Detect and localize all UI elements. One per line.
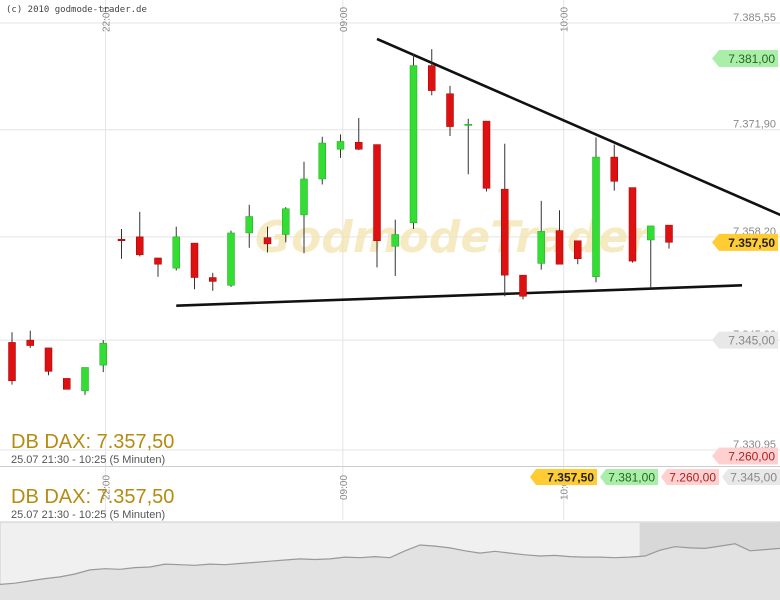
candle-body (482, 120, 491, 189)
lower-tag-label: 7.260,00 (669, 471, 716, 485)
candle-body (300, 178, 308, 216)
candle-body (373, 144, 381, 242)
candle-body (63, 378, 71, 390)
candle-body (154, 257, 162, 265)
x-tick-label-lower: 09:00 (339, 475, 350, 500)
candle-body (282, 208, 290, 235)
candle-body (8, 342, 16, 382)
candle (409, 53, 418, 230)
candle-body (628, 187, 637, 262)
candle-body (574, 240, 582, 259)
candle (592, 137, 600, 283)
price-tag-ref: 7.345,00 (712, 331, 778, 349)
price-tag-high: 7.381,00 (712, 50, 778, 68)
lower-tag-current: 7.357,50 (530, 469, 597, 485)
candle (81, 367, 89, 395)
candle-body (555, 230, 564, 265)
candle (482, 120, 491, 192)
candle-body (665, 224, 673, 243)
candle-body (610, 156, 618, 182)
candle-body (647, 225, 655, 241)
price-tag-label: 7.345,00 (728, 334, 775, 348)
y-tick-label: 7.385,55 (733, 12, 776, 24)
chart-subtitle: 25.07 21:30 - 10:25 (5 Minuten) (11, 454, 165, 466)
candle-body (428, 65, 436, 91)
candle-body (592, 156, 600, 277)
navigator[interactable] (0, 521, 780, 600)
candle-body (44, 347, 53, 372)
candle-body (117, 238, 126, 242)
chart-canvas: GodmodeTrader 7.385,557.371,907.358,207.… (0, 0, 780, 600)
candle-body (209, 277, 217, 282)
candle-body (190, 242, 199, 278)
candle-body (464, 123, 472, 126)
lower-tag-label: 7.381,00 (608, 471, 655, 485)
price-tag-low: 7.260,00 (712, 447, 778, 465)
lower-tag-label: 7.345,00 (730, 471, 777, 485)
candle-body (227, 232, 235, 286)
lower-panel-tags: 7.357,50 7.381,00 7.260,00 7.345,00 (530, 469, 780, 485)
candle (519, 274, 527, 300)
chart-title: DB DAX: 7.357,50 (11, 431, 174, 453)
price-tag-current: 7.357,50 (712, 233, 778, 251)
candle-body (263, 237, 272, 245)
lower-tag-ref: 7.345,00 (722, 469, 780, 485)
lower-tag-high: 7.381,00 (600, 469, 658, 485)
candle-body (537, 231, 545, 264)
candle (44, 347, 53, 376)
x-tick-label: 10:00 (560, 7, 571, 32)
candle-body (336, 141, 345, 150)
candle-body (391, 234, 399, 247)
lower-panel-subtitle: 25.07 21:30 - 10:25 (5 Minuten) (11, 509, 165, 521)
candle-body (501, 188, 509, 276)
candle-body (81, 367, 89, 392)
price-tag-label: 7.357,50 (728, 236, 775, 250)
candle (628, 187, 637, 263)
lower-tag-low: 7.260,00 (661, 469, 719, 485)
candle-body (245, 216, 253, 234)
lower-tag-label: 7.357,50 (547, 471, 594, 485)
price-tag-label: 7.381,00 (728, 52, 775, 66)
candle-body (136, 236, 144, 256)
candle-body (355, 141, 363, 150)
candle-body (172, 236, 180, 269)
candle (318, 136, 326, 185)
candle-body (26, 339, 34, 346)
y-tick-label: 7.371,90 (733, 119, 776, 131)
price-tag-label: 7.260,00 (728, 450, 775, 464)
lower-panel-title: DB DAX: 7.357,50 (11, 486, 174, 508)
candle-body (519, 274, 527, 297)
candle-body (318, 142, 326, 180)
candle-body (446, 93, 454, 127)
candle (227, 230, 235, 287)
candle-body (99, 342, 107, 366)
candle-body (409, 65, 418, 224)
copyright-text: (c) 2010 godmode-trader.de (6, 5, 147, 15)
x-tick-label: 09:00 (339, 7, 350, 32)
candle (63, 378, 71, 390)
